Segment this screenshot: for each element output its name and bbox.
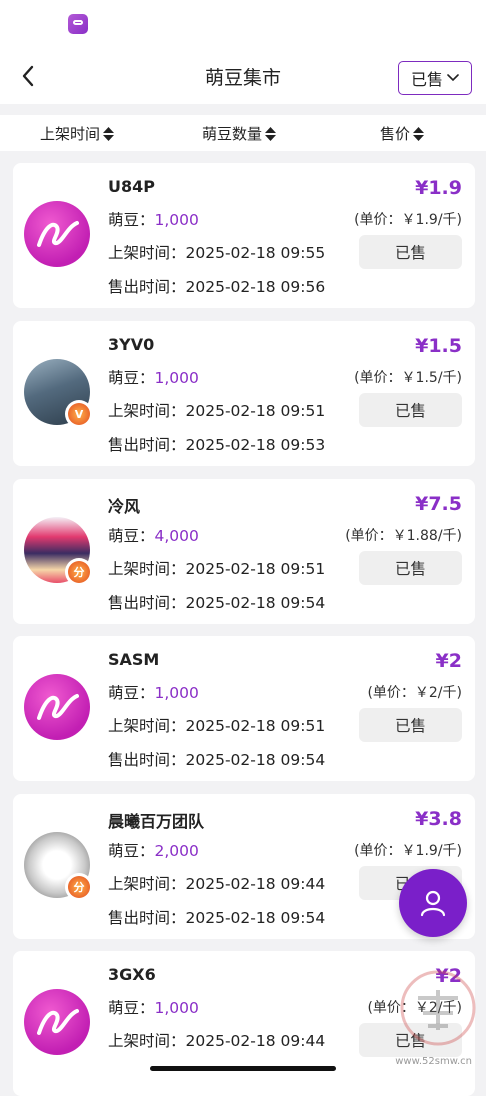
watermark-seal-icon [400,970,476,1046]
bean-amount: 萌豆：4,000 [108,527,199,545]
listing-card[interactable]: U84P 萌豆：1,000 上架时间：2025-02-18 09:55 售出时间… [13,163,475,308]
list-time: 上架时间：2025-02-18 09:51 [108,402,326,420]
sort-bean-count[interactable]: 萌豆数量 [202,123,277,144]
sold-time: 售出时间：2025-02-18 09:54 [108,909,326,927]
sold-button[interactable]: 已售 [359,708,462,742]
level-badge: 分 [65,873,93,901]
price: ¥3.8 [415,808,462,830]
list-time: 上架时间：2025-02-18 09:55 [108,244,326,262]
sort-icon [265,126,277,141]
sort-bean-count-label: 萌豆数量 [202,125,263,143]
vip-badge-icon: V [68,403,90,425]
level-badge-icon: 分 [68,561,90,583]
app-logo-icon [37,221,79,247]
listing-card[interactable]: 分 冷风 萌豆：4,000 上架时间：2025-02-18 09:51 售出时间… [13,479,475,624]
unit-price: (单价：￥1.9/千) [354,212,462,228]
sort-price[interactable]: 售价 [380,123,425,144]
seller-name: 晨曦百万团队 [108,812,205,831]
avatar [24,201,90,267]
seller-name: 3YV0 [108,335,155,354]
bean-amount: 萌豆：1,000 [108,369,199,387]
sold-button[interactable]: 已售 [359,235,462,269]
sold-time: 售出时间：2025-02-18 09:54 [108,751,326,769]
list-time: 上架时间：2025-02-18 09:51 [108,717,326,735]
app-logo-icon [37,694,79,720]
sold-time: 售出时间：2025-02-18 09:53 [108,436,326,454]
unit-price: (单价：￥1.9/千) [354,843,462,859]
status-bar [0,0,486,48]
profile-fab-button[interactable] [399,869,467,937]
unit-price: (单价：￥1.5/千) [354,370,462,386]
sort-icon [103,126,115,141]
nav-bar: 萌豆集市 已售 [0,48,486,104]
bean-amount: 萌豆：1,000 [108,999,199,1017]
avatar [24,674,90,740]
home-indicator[interactable] [150,1066,336,1071]
sort-list-time-label: 上架时间 [40,125,101,143]
sort-price-label: 售价 [380,125,411,143]
level-badge-icon: 分 [68,876,90,898]
seller-name: 冷风 [108,497,141,516]
sort-list-time[interactable]: 上架时间 [40,123,115,144]
bean-amount: 萌豆：2,000 [108,842,199,860]
sold-button[interactable]: 已售 [359,393,462,427]
list-time: 上架时间：2025-02-18 09:44 [108,1032,326,1050]
user-icon [420,890,446,917]
seller-name: U84P [108,177,155,196]
chevron-down-icon [447,74,459,82]
price: ¥1.9 [415,177,462,199]
price: ¥1.5 [415,335,462,357]
bean-amount: 萌豆：1,000 [108,211,199,229]
app-logo-icon [37,1009,79,1035]
listing-card[interactable]: V 3YV0 萌豆：1,000 上架时间：2025-02-18 09:51 售出… [13,321,475,466]
listing-card[interactable]: SASM 萌豆：1,000 上架时间：2025-02-18 09:51 售出时间… [13,636,475,781]
unit-price: (单价：￥1.88/千) [345,528,462,544]
vip-badge: V [65,400,93,428]
seller-name: SASM [108,650,160,669]
price: ¥7.5 [415,493,462,515]
watermark-text: www.52smw.cn [395,1056,472,1067]
app-notification-icon [68,14,88,34]
status-filter-dropdown[interactable]: 已售 [398,61,472,95]
list-time: 上架时间：2025-02-18 09:44 [108,875,326,893]
price: ¥2 [435,650,462,672]
sort-bar: 上架时间 萌豆数量 售价 [0,115,486,151]
list-time: 上架时间：2025-02-18 09:51 [108,560,326,578]
sold-button[interactable]: 已售 [359,551,462,585]
sort-icon [413,126,425,141]
seller-name: 3GX6 [108,965,156,984]
level-badge: 分 [65,558,93,586]
sold-time: 售出时间：2025-02-18 09:56 [108,278,326,296]
bean-amount: 萌豆：1,000 [108,684,199,702]
sold-time: 售出时间：2025-02-18 09:54 [108,594,326,612]
status-filter-label: 已售 [410,70,443,89]
unit-price: (单价：￥2/千) [367,685,462,701]
avatar [24,989,90,1055]
